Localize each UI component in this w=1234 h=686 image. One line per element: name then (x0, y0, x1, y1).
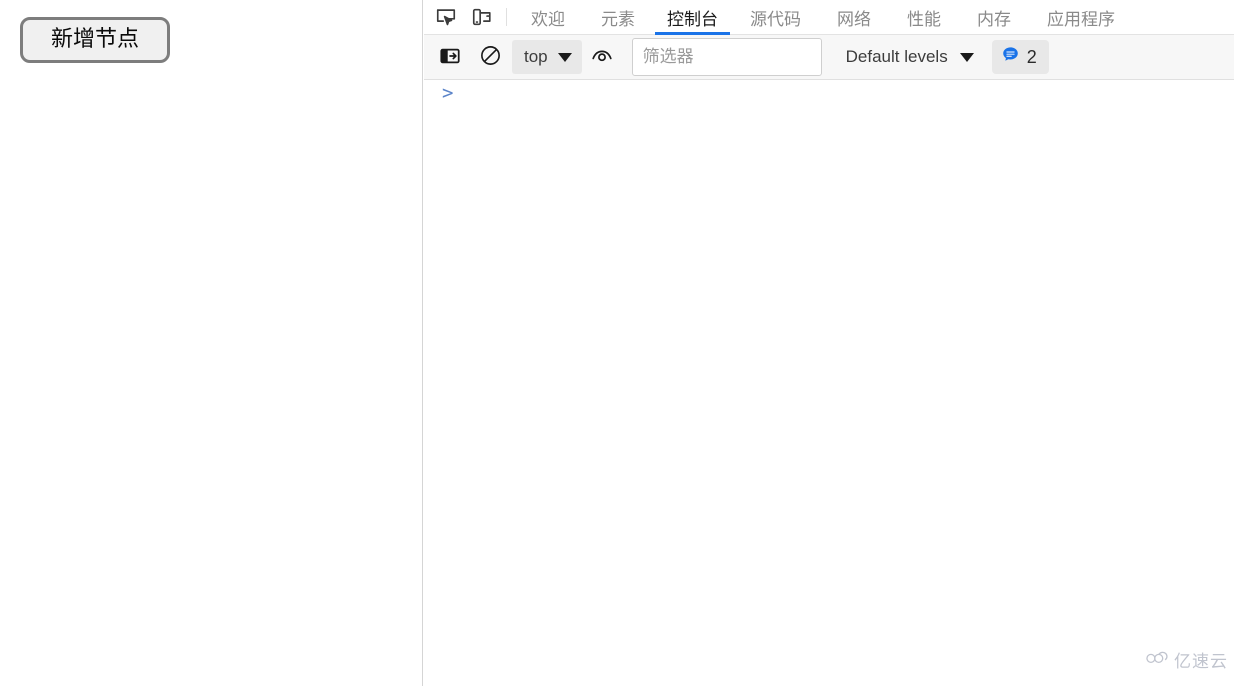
watermark: 亿速云 (1144, 647, 1228, 672)
screen-root: 新增节点 欢迎 元素 控制台 源代码 网络 性能 内存 应用程序 top 筛选器… (0, 0, 1234, 686)
log-levels-label: Default levels (845, 47, 948, 66)
devtools-panel: 欢迎 元素 控制台 源代码 网络 性能 内存 应用程序 top 筛选器 Defa… (424, 0, 1234, 686)
device-toolbar-icon (471, 6, 493, 28)
tabbar-divider (506, 8, 507, 26)
tab-sources[interactable]: 源代码 (732, 0, 819, 35)
clear-console-button[interactable] (473, 40, 507, 74)
show-console-sidebar-icon (439, 45, 461, 70)
message-bubble-icon (1001, 45, 1020, 69)
tab-welcome[interactable]: 欢迎 (513, 0, 583, 35)
live-expression-eye-icon (590, 44, 614, 71)
tab-label: 性能 (907, 9, 941, 30)
tab-label: 内存 (977, 9, 1011, 30)
clear-console-icon (479, 44, 502, 70)
tab-label: 控制台 (667, 9, 718, 30)
add-node-button[interactable]: 新增节点 (20, 17, 170, 63)
message-count-label: 2 (1026, 46, 1037, 67)
console-toolbar: top Default levels (424, 35, 1234, 80)
tab-network[interactable]: 网络 (819, 0, 889, 35)
log-levels-selector[interactable]: Default levels (836, 40, 982, 74)
console-message-area[interactable]: > (424, 80, 1234, 686)
device-toolbar-button[interactable] (464, 2, 500, 32)
console-prompt-row[interactable]: > (424, 80, 1234, 106)
tab-label: 元素 (601, 9, 635, 30)
console-sidebar-toggle-button[interactable] (433, 40, 467, 74)
inspect-element-button[interactable] (428, 2, 464, 32)
tab-performance[interactable]: 性能 (889, 0, 959, 35)
execution-context-selector[interactable]: top (512, 40, 582, 74)
console-prompt-input[interactable] (453, 83, 1234, 103)
live-expression-button[interactable] (585, 40, 619, 74)
tab-application[interactable]: 应用程序 (1029, 0, 1133, 35)
tab-console[interactable]: 控制台 (653, 0, 732, 35)
tab-label: 欢迎 (531, 9, 565, 30)
console-prompt-chevron-icon: > (442, 82, 454, 104)
tab-elements[interactable]: 元素 (583, 0, 653, 35)
message-count-badge[interactable]: 2 (991, 40, 1049, 74)
web-page-pane: 新增节点 (0, 0, 423, 686)
watermark-text: 亿速云 (1174, 652, 1228, 672)
execution-context-label: top (524, 47, 548, 66)
cloud-logo-icon (1144, 648, 1170, 672)
tab-memory[interactable]: 内存 (959, 0, 1029, 35)
devtools-tabbar: 欢迎 元素 控制台 源代码 网络 性能 内存 应用程序 (424, 0, 1234, 35)
chevron-down-icon (557, 52, 572, 62)
console-filter-input[interactable] (631, 38, 822, 76)
tab-label: 源代码 (750, 9, 801, 30)
inspect-element-icon (435, 6, 457, 28)
chevron-down-icon (959, 52, 974, 62)
tab-label: 网络 (837, 9, 871, 30)
tab-label: 应用程序 (1047, 9, 1115, 30)
